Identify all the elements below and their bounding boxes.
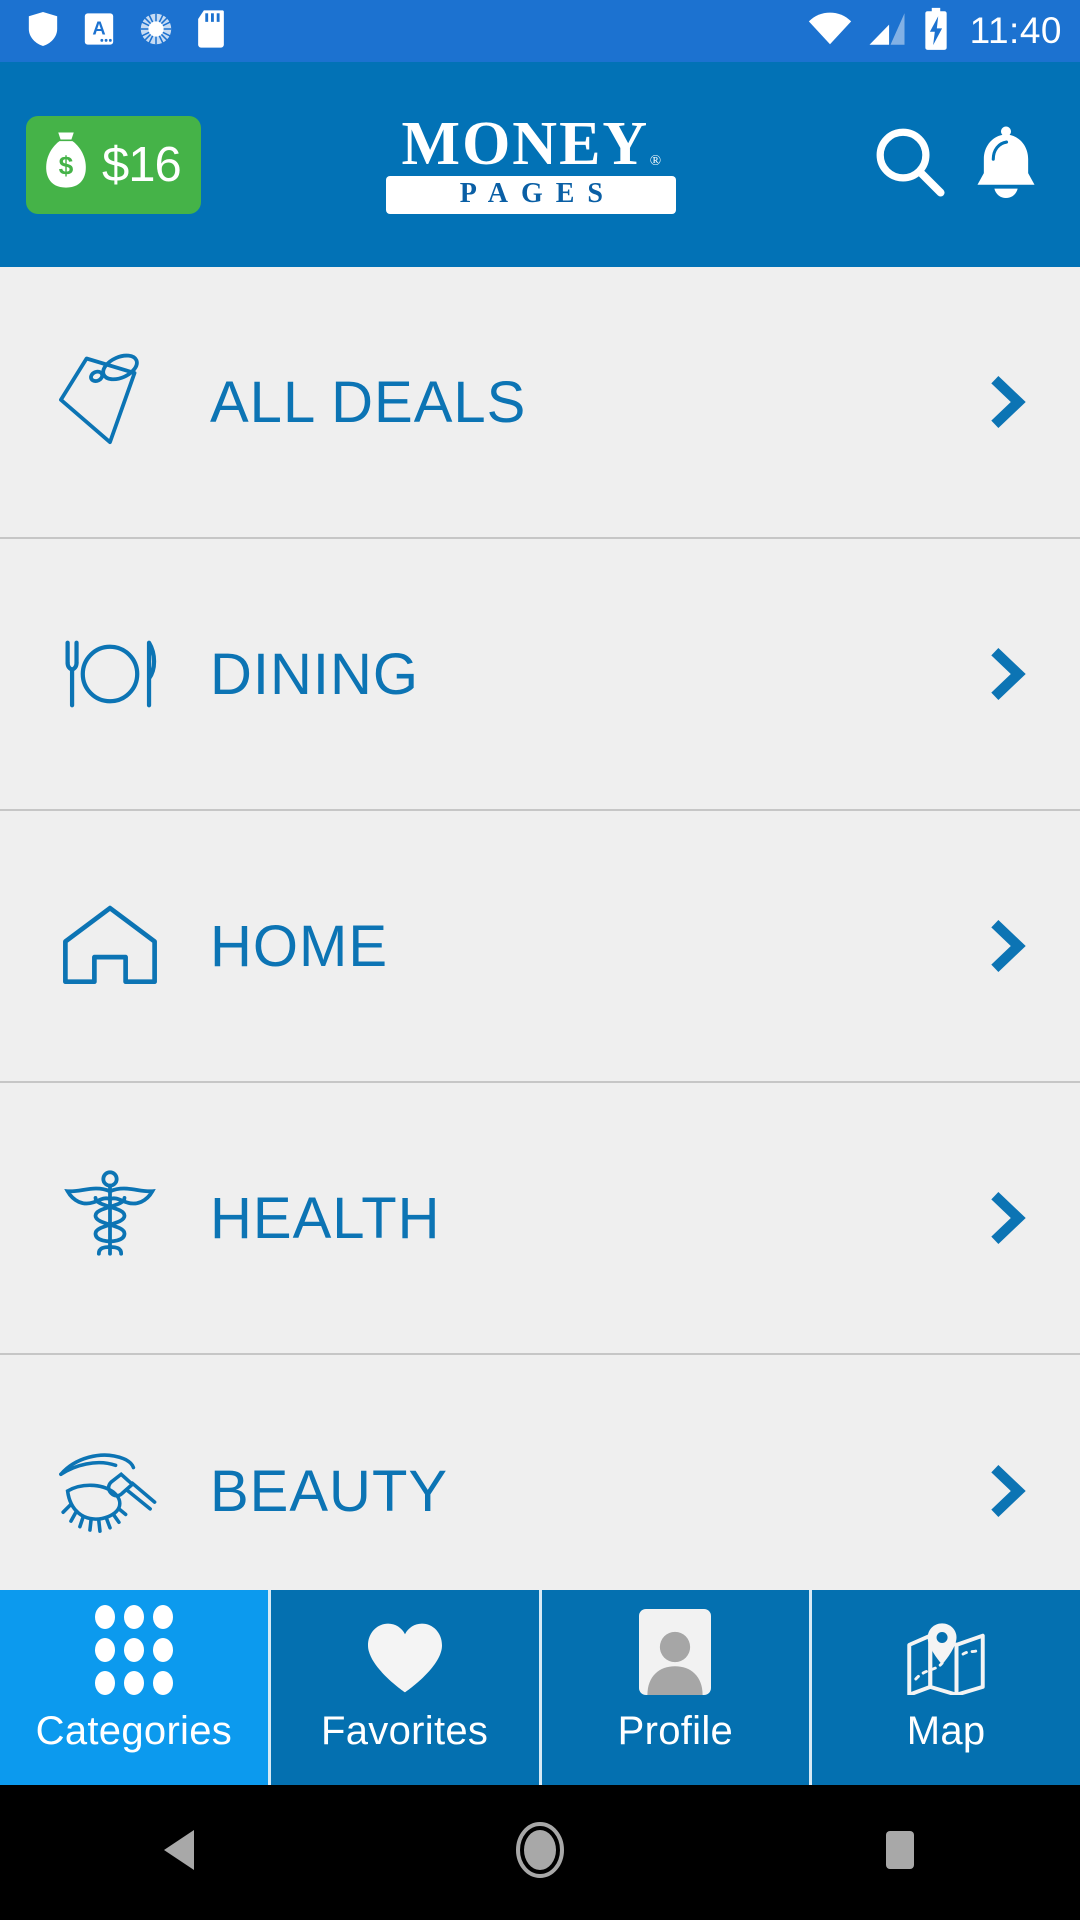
avatar-icon bbox=[639, 1609, 712, 1695]
bell-icon bbox=[970, 123, 1042, 206]
sync-icon bbox=[138, 10, 174, 53]
eye-makeup-icon bbox=[46, 1433, 174, 1549]
category-label: BEAUTY bbox=[210, 1458, 449, 1524]
house-icon bbox=[46, 888, 174, 1004]
battery-charging-icon bbox=[922, 7, 950, 56]
avatar bbox=[639, 1609, 712, 1695]
cash-balance-button[interactable]: $ $16 bbox=[26, 115, 201, 214]
cutlery-plate-icon bbox=[46, 616, 174, 732]
nav-tab-profile[interactable]: Profile bbox=[542, 1590, 813, 1785]
chevron-right-icon bbox=[966, 1462, 1046, 1520]
bottom-navigation: Categories Favorites Profile Map bbox=[0, 1590, 1080, 1785]
category-row-health[interactable]: HEALTH bbox=[0, 1083, 1080, 1355]
money-bag-icon: $ bbox=[40, 131, 92, 198]
category-row-dining[interactable]: DINING bbox=[0, 539, 1080, 811]
wifi-icon bbox=[808, 11, 852, 52]
registered-trademark-icon: ® bbox=[649, 152, 664, 169]
category-label: DINING bbox=[210, 641, 419, 707]
nav-tab-label: Profile bbox=[617, 1709, 734, 1753]
android-recents-button[interactable] bbox=[800, 1827, 1000, 1878]
category-label: HEALTH bbox=[210, 1185, 441, 1251]
app-logo: MONEY ® PAGES bbox=[201, 113, 862, 215]
android-home-button[interactable] bbox=[440, 1822, 640, 1883]
nav-tab-label: Categories bbox=[35, 1709, 233, 1753]
category-list: ALL DEALS DINING HOME HEALTH BEAUTY bbox=[0, 267, 1080, 1590]
circle-home-icon bbox=[513, 1822, 567, 1883]
status-bar-left-icons: A bbox=[26, 9, 226, 54]
nav-tab-label: Favorites bbox=[321, 1709, 489, 1753]
chevron-right-icon bbox=[966, 373, 1046, 431]
category-row-all-deals[interactable]: ALL DEALS bbox=[0, 267, 1080, 539]
cell-signal-icon bbox=[866, 11, 908, 52]
app-screen: A 11:40 $ $16 MONEY ® PAGES ALL DEALS DI… bbox=[0, 0, 1080, 1920]
logo-primary-text: MONEY ® bbox=[402, 113, 664, 175]
keyboard-icon: A bbox=[82, 10, 116, 53]
map-pin-icon bbox=[904, 1621, 988, 1695]
square-recents-icon bbox=[880, 1827, 920, 1878]
heart-icon bbox=[365, 1621, 445, 1695]
nav-tab-favorites[interactable]: Favorites bbox=[271, 1590, 542, 1785]
nav-tab-categories[interactable]: Categories bbox=[0, 1590, 271, 1785]
status-bar-clock: 11:40 bbox=[969, 10, 1062, 51]
nav-tab-map[interactable]: Map bbox=[812, 1590, 1080, 1785]
chevron-right-icon bbox=[966, 645, 1046, 703]
app-header: $ $16 MONEY ® PAGES bbox=[0, 62, 1080, 267]
sd-card-icon bbox=[196, 9, 226, 54]
svg-text:A: A bbox=[92, 17, 105, 38]
notifications-button[interactable] bbox=[958, 123, 1054, 206]
android-back-button[interactable] bbox=[80, 1826, 280, 1879]
category-label: ALL DEALS bbox=[210, 369, 527, 435]
status-bar: A 11:40 bbox=[0, 0, 1080, 62]
logo-secondary-text: PAGES bbox=[386, 176, 677, 215]
category-label: HOME bbox=[210, 913, 388, 979]
logo-money-word: MONEY bbox=[401, 109, 650, 178]
chevron-right-icon bbox=[966, 917, 1046, 975]
shield-icon bbox=[26, 10, 60, 53]
triangle-back-icon bbox=[159, 1826, 201, 1879]
svg-text:$: $ bbox=[59, 150, 74, 180]
price-tag-icon bbox=[46, 344, 174, 460]
grid-dots-icon bbox=[94, 1605, 173, 1695]
search-button[interactable] bbox=[862, 123, 958, 206]
android-navigation-bar bbox=[0, 1785, 1080, 1920]
status-bar-right-icons: 11:40 bbox=[808, 7, 1062, 56]
category-row-home[interactable]: HOME bbox=[0, 811, 1080, 1083]
nav-tab-label: Map bbox=[906, 1709, 986, 1753]
category-row-beauty[interactable]: BEAUTY bbox=[0, 1355, 1080, 1590]
cash-balance-amount: $16 bbox=[102, 137, 182, 192]
caduceus-icon bbox=[46, 1160, 174, 1276]
chevron-right-icon bbox=[966, 1189, 1046, 1247]
search-icon bbox=[871, 123, 949, 206]
